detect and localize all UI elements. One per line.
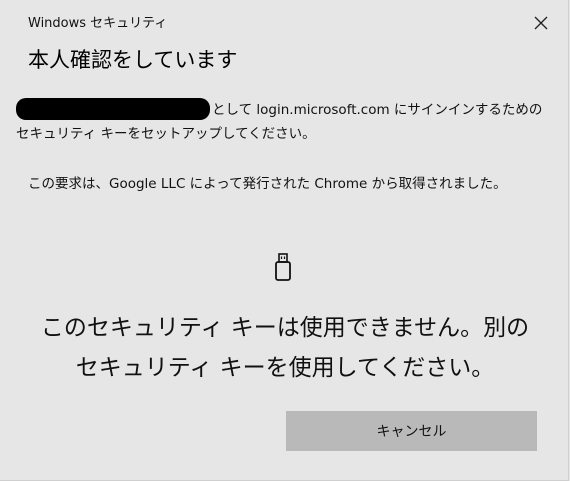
request-source-text: この要求は、Google LLC によって発行された Chrome から取得され…	[28, 176, 507, 192]
error-message: このセキュリティ キーは使用できません。別の セキュリティ キーを使用してくださ…	[0, 308, 570, 388]
window-title: Windows セキュリティ	[28, 16, 168, 31]
error-message-line2: セキュリティ キーを使用してください。	[75, 355, 495, 381]
redacted-account	[16, 98, 210, 120]
close-button[interactable]	[528, 10, 554, 36]
error-message-line1: このセキュリティ キーは使用できません。別の	[40, 315, 530, 341]
instruction-paragraph: として login.microsoft.com にサインインするためのセキュリテ…	[16, 98, 546, 146]
security-dialog: Windows セキュリティ 本人確認をしています として login.micr…	[0, 0, 569, 481]
dialog-heading: 本人確認をしています	[28, 48, 238, 72]
close-icon	[534, 16, 548, 30]
usb-security-key-icon	[275, 253, 291, 281]
cancel-button[interactable]: キャンセル	[286, 411, 537, 451]
